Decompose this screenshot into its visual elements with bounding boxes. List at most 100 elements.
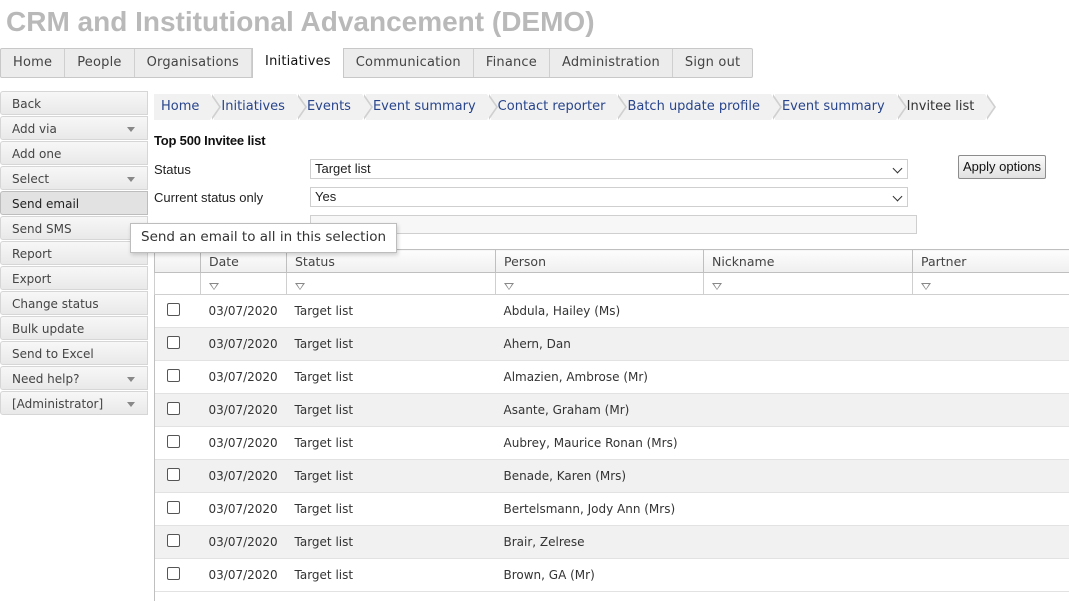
filter-cell-nickname (703, 272, 913, 295)
table-row[interactable]: 03/07/2020 Target list Brown, GA (Mr) (154, 558, 1069, 592)
nav-tab-communication[interactable]: Communication (344, 49, 474, 77)
column-header-nickname[interactable]: Nickname (703, 249, 913, 273)
report-button[interactable]: Report (0, 241, 148, 265)
filter-icon[interactable] (712, 282, 722, 290)
nav-tab-people[interactable]: People (65, 49, 135, 77)
send-sms-button[interactable]: Send SMS (0, 216, 148, 240)
cell-date: 03/07/2020 (200, 360, 287, 394)
cell-person: Asante, Graham (Mr) (495, 393, 704, 427)
sidebar-item-label: Bulk update (12, 322, 85, 336)
back-button[interactable]: Back (0, 91, 148, 115)
current-status-only-value: Yes (315, 189, 337, 204)
caret-down-icon (127, 127, 135, 132)
breadcrumb-contact-reporter[interactable]: Contact reporter (490, 94, 628, 120)
cell-date: 03/07/2020 (200, 327, 287, 361)
caret-down-icon (127, 402, 135, 407)
current-status-only-select[interactable]: Yes (310, 187, 908, 207)
send-email-button[interactable]: Send email (0, 191, 148, 215)
breadcrumb-events[interactable]: Events (299, 94, 373, 120)
row-select-cell (154, 525, 201, 559)
add-via-menu[interactable]: Add via (0, 116, 148, 140)
cell-partner (912, 393, 1069, 427)
status-select[interactable]: Target list (310, 159, 908, 179)
administrator-menu[interactable]: [Administrator] (0, 391, 148, 415)
row-checkbox[interactable] (166, 501, 180, 514)
apply-options-button[interactable]: Apply options (958, 155, 1047, 179)
breadcrumb-event-summary[interactable]: Event summary (365, 94, 498, 120)
cell-person: Brown, GA (Mr) (495, 558, 704, 592)
table-row[interactable]: 03/07/2020 Target list Bertelsmann, Jody A… (154, 492, 1069, 526)
invitee-table: Date Status Person Nickname Partner 03/0… (154, 249, 1069, 592)
cell-partner (912, 558, 1069, 592)
status-label: Status (154, 162, 191, 177)
action-sidebar: Back Add via Add one Select Send email S… (0, 91, 148, 416)
row-checkbox[interactable] (166, 567, 180, 580)
change-status-button[interactable]: Change status (0, 291, 148, 315)
cell-nickname (703, 525, 913, 559)
row-select-cell (154, 492, 201, 526)
row-checkbox[interactable] (166, 534, 180, 547)
table-row[interactable]: 03/07/2020 Target list Brair, Zelrese (154, 525, 1069, 559)
breadcrumb-initiatives[interactable]: Initiatives (214, 94, 307, 120)
cell-status: Target list (286, 393, 496, 427)
current-status-only-label: Current status only (154, 190, 264, 205)
cell-nickname (703, 492, 913, 526)
row-checkbox[interactable] (166, 369, 180, 382)
table-row[interactable]: 03/07/2020 Target list Aubrey, Maurice Ron… (154, 426, 1069, 460)
row-checkbox[interactable] (166, 303, 180, 316)
row-checkbox[interactable] (166, 402, 180, 415)
nav-tab-sign-out[interactable]: Sign out (673, 49, 752, 77)
sidebar-item-label: Change status (12, 297, 99, 311)
cell-nickname (703, 360, 913, 394)
row-checkbox[interactable] (166, 336, 180, 349)
cell-person: Almazien, Ambrose (Mr) (495, 360, 704, 394)
sidebar-item-label: [Administrator] (12, 397, 104, 411)
column-header-partner[interactable]: Partner (912, 249, 1069, 273)
cell-status: Target list (286, 492, 496, 526)
nav-tab-organisations[interactable]: Organisations (135, 49, 253, 77)
nav-tab-administration[interactable]: Administration (550, 49, 673, 77)
table-row[interactable]: 03/07/2020 Target list Almazien, Ambrose (… (154, 360, 1069, 394)
search-input[interactable] (310, 215, 917, 234)
row-checkbox[interactable] (166, 468, 180, 481)
table-row[interactable]: 03/07/2020 Target list Asante, Graham (Mr) (154, 393, 1069, 427)
add-one-button[interactable]: Add one (0, 141, 148, 165)
row-select-cell (154, 459, 201, 493)
breadcrumb-event-summary-2[interactable]: Event summary (774, 94, 907, 120)
cell-nickname (703, 327, 913, 361)
breadcrumb-batch-update-profile[interactable]: Batch update profile (620, 94, 782, 120)
breadcrumb-home[interactable]: Home (154, 94, 222, 120)
sidebar-item-label: Send email (12, 197, 80, 211)
table-row[interactable]: 03/07/2020 Target list Abdula, Hailey (Ms) (154, 294, 1069, 328)
table-row[interactable]: 03/07/2020 Target list Benade, Karen (Mrs) (154, 459, 1069, 493)
caret-down-icon (127, 177, 135, 182)
cell-partner (912, 294, 1069, 328)
filter-cell-person (495, 272, 704, 295)
filter-icon[interactable] (209, 282, 219, 290)
row-checkbox[interactable] (166, 435, 180, 448)
filter-icon[interactable] (921, 282, 931, 290)
column-header-person[interactable]: Person (495, 249, 704, 273)
cell-date: 03/07/2020 (200, 294, 287, 328)
filter-cell (154, 272, 201, 295)
row-select-cell (154, 426, 201, 460)
export-button[interactable]: Export (0, 266, 148, 290)
nav-tab-initiatives[interactable]: Initiatives (252, 48, 344, 78)
sidebar-item-label: Send to Excel (12, 347, 94, 361)
send-to-excel-button[interactable]: Send to Excel (0, 341, 148, 365)
row-select-cell (154, 393, 201, 427)
nav-tab-finance[interactable]: Finance (474, 49, 550, 77)
nav-tab-home[interactable]: Home (1, 49, 66, 77)
row-select-cell (154, 360, 201, 394)
filter-icon[interactable] (504, 282, 514, 290)
breadcrumb: Home Initiatives Events Event summary Co… (154, 94, 997, 120)
cell-partner (912, 459, 1069, 493)
select-menu[interactable]: Select (0, 166, 148, 190)
need-help-menu[interactable]: Need help? (0, 366, 148, 390)
cell-date: 03/07/2020 (200, 492, 287, 526)
filter-icon[interactable] (295, 282, 305, 290)
table-row[interactable]: 03/07/2020 Target list Ahern, Dan (154, 327, 1069, 361)
cell-date: 03/07/2020 (200, 426, 287, 460)
bulk-update-button[interactable]: Bulk update (0, 316, 148, 340)
cell-status: Target list (286, 426, 496, 460)
